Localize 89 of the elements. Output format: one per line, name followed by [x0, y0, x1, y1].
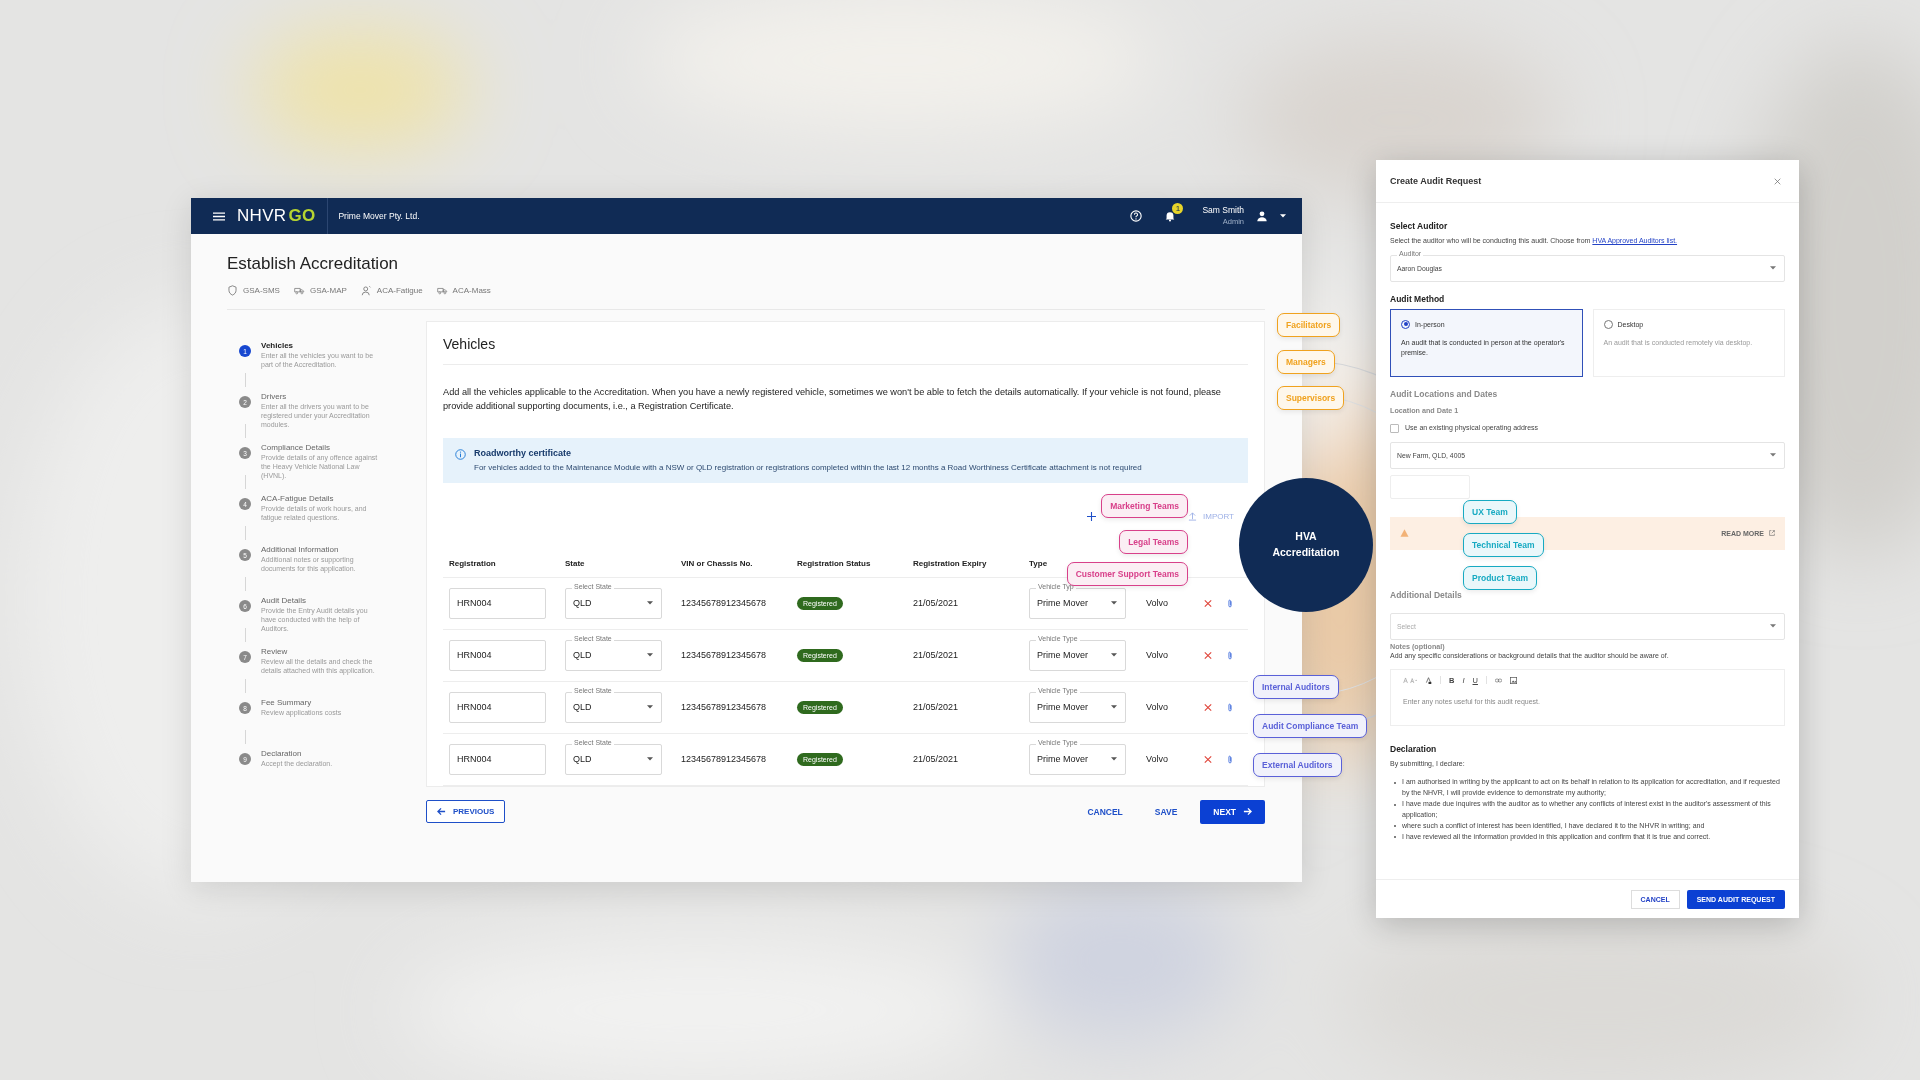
paperclip-icon[interactable] — [1226, 702, 1234, 712]
cancel-button[interactable]: CANCEL — [1078, 800, 1132, 823]
module-label: GSA-MAP — [309, 286, 347, 295]
info-icon — [455, 448, 466, 460]
step-title[interactable]: Declaration — [261, 749, 383, 758]
column-header: Registration Status — [797, 559, 871, 569]
team-tag: Customer Support Teams — [1066, 562, 1188, 586]
expiry-cell: 21/05/2021 — [913, 650, 959, 661]
registration-field[interactable]: HRN004 — [449, 691, 546, 723]
vin-cell: 12345678912345678 — [681, 598, 767, 609]
step-title[interactable]: Audit Details — [261, 596, 383, 605]
arrow-left-icon[interactable] — [437, 807, 446, 817]
expiry-cell: 21/05/2021 — [913, 598, 959, 609]
dropdown-caret-icon[interactable] — [1111, 757, 1117, 762]
step-title[interactable]: Vehicles — [261, 341, 383, 350]
dropdown-caret-icon[interactable] — [647, 653, 653, 658]
team-tag: External Auditors — [1253, 753, 1342, 777]
dropdown-caret-icon[interactable] — [647, 705, 653, 710]
step-title[interactable]: Compliance Details — [261, 443, 383, 452]
vin-cell: 12345678912345678 — [681, 650, 767, 661]
dropdown-caret-icon[interactable] — [647, 601, 653, 606]
dropdown-caret-icon[interactable] — [647, 757, 653, 762]
save-button[interactable]: SAVE — [1145, 800, 1187, 823]
section-heading: Audit Locations and Dates — [1390, 388, 1499, 399]
paperclip-icon[interactable] — [1226, 754, 1234, 764]
dropdown-caret-icon[interactable] — [1111, 705, 1117, 710]
make-cell: Volvo — [1146, 754, 1169, 765]
person-icon — [360, 285, 372, 296]
team-tag: UX Team — [1463, 500, 1517, 524]
registration-field[interactable]: HRN004 — [449, 639, 546, 671]
caret-icon[interactable] — [1280, 214, 1286, 218]
section-title: Vehicles — [443, 336, 497, 352]
step-title[interactable]: Drivers — [261, 392, 383, 401]
team-tag: Facilitators — [1277, 313, 1341, 337]
column-header: Type — [1029, 559, 1048, 569]
page-title: Establish Accreditation — [227, 254, 400, 274]
previous-button[interactable]: PREVIOUS — [426, 800, 506, 824]
step-title[interactable]: Review — [261, 647, 383, 656]
column-header: Registration Expiry — [913, 559, 987, 569]
section-heading: Declaration — [1390, 743, 1438, 754]
dropdown-caret-icon[interactable] — [1111, 653, 1117, 658]
vin-cell: 12345678912345678 — [681, 702, 767, 713]
team-tag: Managers — [1277, 350, 1335, 374]
column-header: VIN or Chassis No. — [681, 559, 753, 569]
module-label: GSA-SMS — [243, 286, 280, 295]
team-tag: Technical Team — [1463, 533, 1544, 557]
delete-icon[interactable] — [1204, 754, 1212, 764]
expiry-cell: 21/05/2021 — [913, 702, 959, 713]
dropdown-caret-icon[interactable] — [1770, 453, 1776, 458]
close-icon[interactable] — [1774, 177, 1781, 185]
shield-icon — [227, 285, 238, 296]
link-icon[interactable] — [1494, 676, 1502, 684]
dialog-title: Create Audit Request — [1390, 176, 1482, 186]
delete-icon[interactable] — [1204, 702, 1212, 712]
dropdown-caret-icon[interactable] — [1770, 624, 1776, 629]
brand-logo[interactable]: NHVR GO — [237, 206, 316, 226]
section-heading: Audit Method — [1390, 293, 1446, 304]
menu-icon[interactable] — [213, 211, 225, 221]
column-header: State — [565, 559, 585, 569]
team-tag: Product Team — [1463, 566, 1538, 590]
column-header: Registration — [449, 559, 496, 569]
dropdown-caret-icon[interactable] — [1111, 601, 1117, 606]
dropdown-caret-icon[interactable] — [1770, 266, 1776, 271]
step-title[interactable]: ACA-Fatigue Details — [261, 494, 383, 503]
company-name: Prime Mover Pty. Ltd. — [338, 211, 420, 221]
user-name: Sam Smith — [1202, 205, 1244, 217]
team-tag: Audit Compliance Team — [1253, 714, 1368, 738]
registration-field[interactable]: HRN004 — [449, 587, 546, 619]
arrow-right-icon[interactable] — [1243, 807, 1252, 817]
notification-badge: 1 — [1172, 203, 1184, 214]
module-label: ACA-Fatigue — [376, 286, 423, 295]
truck-icon — [436, 285, 448, 296]
registration-field[interactable]: HRN004 — [449, 743, 546, 775]
help-icon[interactable] — [1130, 210, 1143, 222]
make-cell: Volvo — [1146, 702, 1169, 713]
add-icon[interactable] — [1087, 512, 1097, 522]
vin-cell: 12345678912345678 — [681, 754, 767, 765]
step-title[interactable]: Fee Summary — [261, 698, 383, 707]
truck-icon — [293, 285, 305, 296]
expiry-cell: 21/05/2021 — [913, 754, 959, 765]
section-heading: Select Auditor — [1390, 221, 1449, 231]
next-button[interactable]: NEXT — [1200, 799, 1265, 824]
module-label: ACA-Mass — [452, 286, 491, 295]
step-title[interactable]: Additional Information — [261, 545, 383, 554]
user-icon[interactable] — [1256, 210, 1268, 222]
image-icon[interactable] — [1509, 676, 1517, 684]
intro-text: Add all the vehicles applicable to the Accreditation. When you have a newly registered vehicle, sometimes we won't be able to fetch the details automatically. If your vehicle is not found, please provide additional supporting documents, i.e., a Registration Certificate. — [443, 386, 1222, 413]
banner-title: Roadworthy certificate — [474, 447, 573, 458]
banner-text: For vehicles added to the Maintenance Module with a NSW or QLD registration or registrations completed within the last 12 months a Road Worthiness Certificate attachment is not required — [474, 462, 1142, 472]
